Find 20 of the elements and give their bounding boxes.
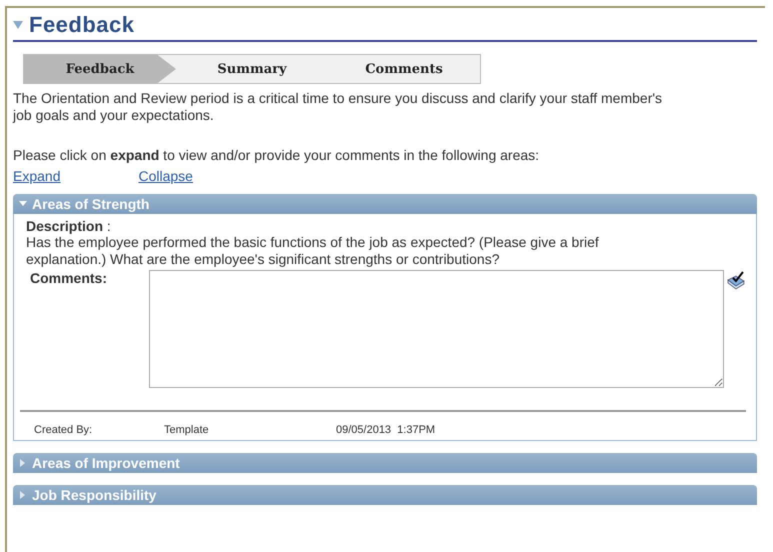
step-tab[interactable]: Feedback <box>24 55 176 83</box>
toggle-link[interactable]: Collapse <box>138 168 193 184</box>
step-tab[interactable]: Comments <box>328 55 480 83</box>
created-by-value: Template <box>164 424 210 436</box>
comments-label: Comments: <box>29 270 108 286</box>
intro-text: The Orientation and Review period is a critical time to ensure you discuss and clarify your staff member's job goals and your expectations. <box>13 90 663 124</box>
page-title: Feedback <box>29 12 134 38</box>
expanded-icon <box>19 200 27 208</box>
comments-field[interactable] <box>149 270 724 388</box>
created-date: 09/05/2013 1:37PM <box>336 424 436 436</box>
step-tab[interactable]: Summary <box>176 55 328 83</box>
description-text: Has the employee performed the basic functions of the job as expected? (Please give a brief explanation.) What are the employee's significant strengths or contributions? <box>26 234 600 268</box>
instruction-text: Please click on expand to view and/or provide your comments in the following areas: <box>13 147 540 164</box>
spellcheck-icon[interactable] <box>726 270 746 290</box>
collapsed-icon <box>19 459 27 467</box>
collapsed-icon <box>19 491 27 499</box>
collapse-icon[interactable] <box>13 21 23 29</box>
created-by-label: Created By: <box>34 424 94 436</box>
description-label: Description : <box>26 218 112 234</box>
toggle-link[interactable]: Expand <box>13 168 60 184</box>
